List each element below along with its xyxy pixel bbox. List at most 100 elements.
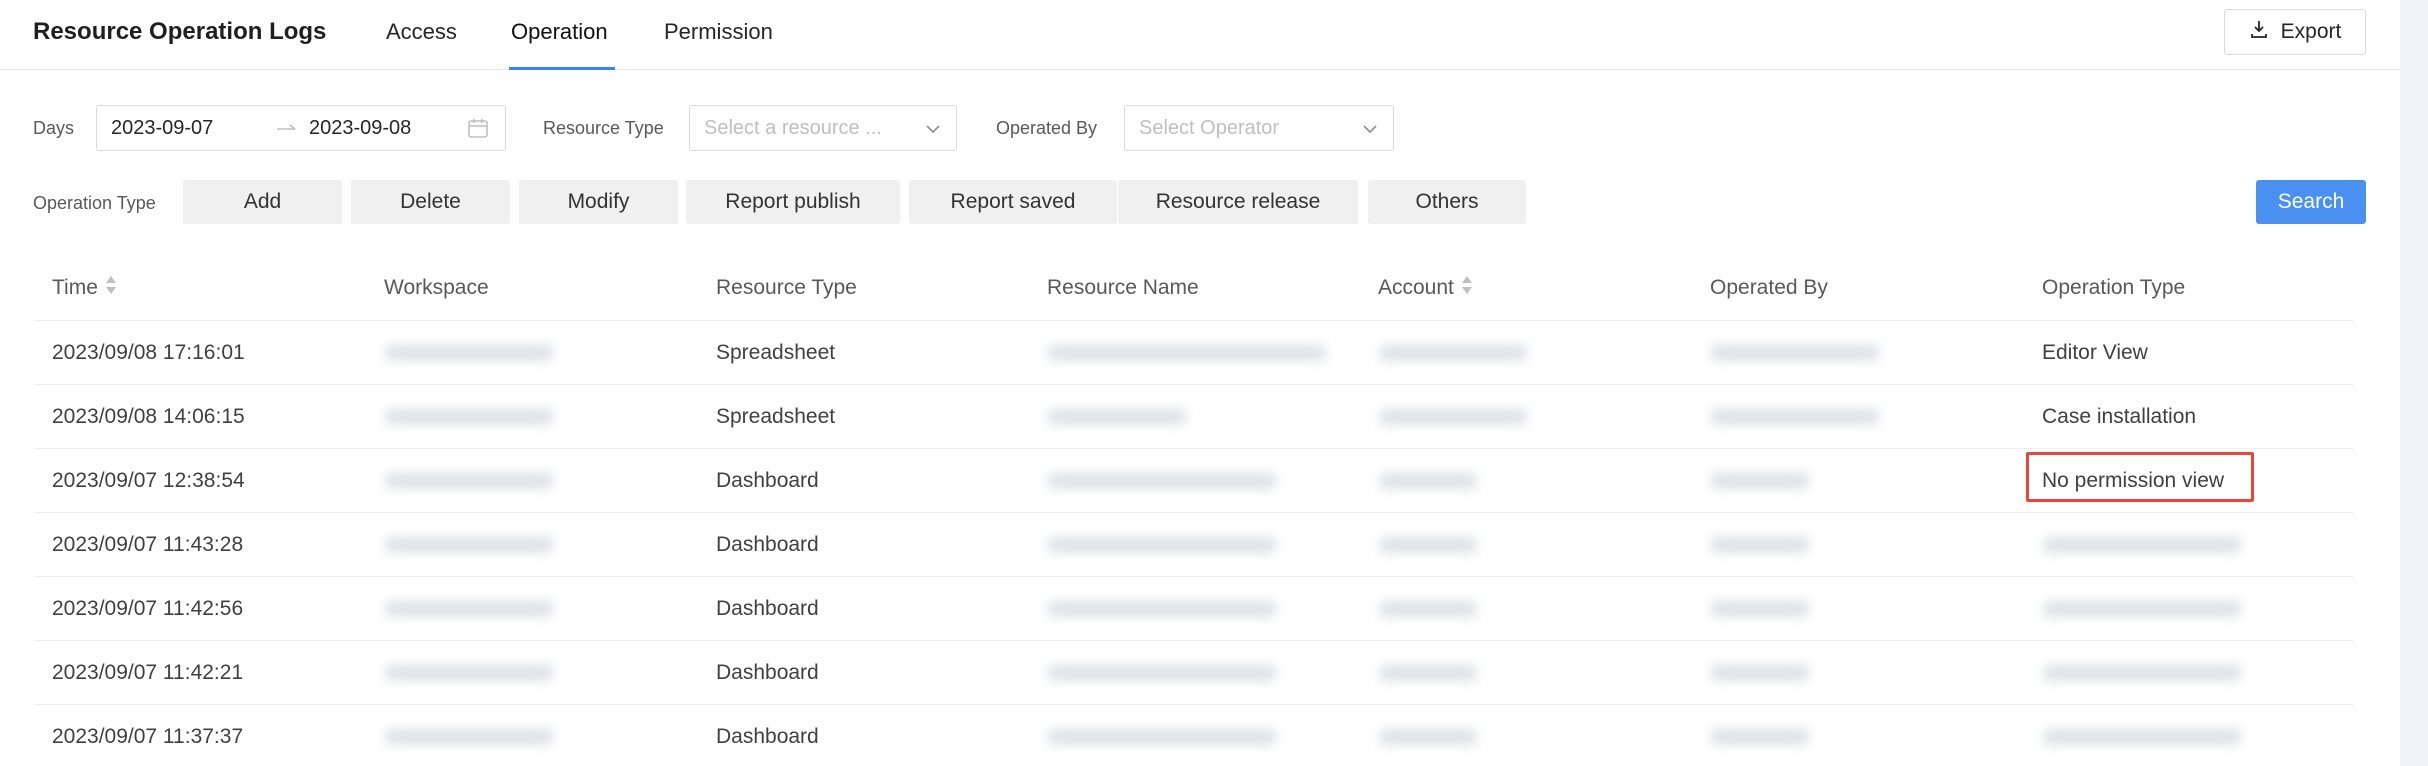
cell-operated-by xyxy=(1710,641,1810,705)
cell-operated-by xyxy=(1710,449,1810,513)
cell-resource-name xyxy=(1047,577,1277,641)
column-header-operated-by: Operated By xyxy=(1710,276,1828,299)
table-row[interactable]: 2023/09/07 11:37:37 Dashboard xyxy=(34,704,2354,766)
redacted-value xyxy=(1047,536,1277,554)
redacted-value xyxy=(1378,600,1478,618)
operated-by-label: Operated By xyxy=(996,118,1098,138)
column-header-resource-type: Resource Type xyxy=(716,276,857,299)
table-row[interactable]: 2023/09/08 14:06:15 Spreadsheet Case insta… xyxy=(34,384,2354,448)
cell-account xyxy=(1378,513,1478,577)
download-icon xyxy=(2249,19,2269,45)
page-header: Resource Operation Logs Access Operation… xyxy=(0,0,2400,70)
cell-time: 2023/09/07 11:42:21 xyxy=(52,661,244,684)
redacted-value xyxy=(1378,408,1528,426)
chevron-down-icon xyxy=(1361,120,1379,144)
cell-operation-type xyxy=(2042,641,2242,705)
cell-resource-name xyxy=(1047,641,1277,705)
tab-access[interactable]: Access xyxy=(386,17,457,47)
cell-operation-type: Case installation xyxy=(2042,405,2197,428)
cell-account xyxy=(1378,577,1478,641)
date-end-value[interactable]: 2023-09-08 xyxy=(309,117,411,140)
cell-account xyxy=(1378,321,1528,385)
cell-account xyxy=(1378,449,1478,513)
cell-operated-by xyxy=(1710,385,1880,449)
cell-time: 2023/09/07 11:37:37 xyxy=(52,725,244,748)
cell-resource-name xyxy=(1047,449,1277,513)
date-start-value[interactable]: 2023-09-07 xyxy=(111,117,213,140)
op-type-modify[interactable]: Modify xyxy=(519,180,678,224)
cell-resource-type: Dashboard xyxy=(716,597,819,620)
cell-workspace xyxy=(384,321,554,385)
redacted-value xyxy=(1047,472,1277,490)
cell-operation-type xyxy=(2042,513,2242,577)
table-row[interactable]: 2023/09/07 11:42:56 Dashboard xyxy=(34,576,2354,640)
redacted-value xyxy=(1047,408,1187,426)
export-button[interactable]: Export xyxy=(2224,9,2366,55)
column-header-time[interactable]: Time xyxy=(52,256,118,320)
op-type-add[interactable]: Add xyxy=(183,180,342,224)
calendar-icon[interactable] xyxy=(467,117,489,145)
redacted-value xyxy=(384,536,554,554)
cell-workspace xyxy=(384,705,554,766)
redacted-value xyxy=(1710,408,1880,426)
redacted-value xyxy=(1710,472,1810,490)
cell-resource-type: Dashboard xyxy=(716,725,819,748)
redacted-value xyxy=(1047,600,1277,618)
cell-time: 2023/09/08 17:16:01 xyxy=(52,341,245,364)
tab-permission[interactable]: Permission xyxy=(664,17,773,47)
redacted-value xyxy=(2042,664,2242,682)
date-range-picker[interactable]: 2023-09-07 2023-09-08 xyxy=(96,105,506,151)
cell-time: 2023/09/07 11:43:28 xyxy=(52,533,244,556)
cell-resource-name xyxy=(1047,705,1277,766)
column-header-operation-type: Operation Type xyxy=(2042,276,2186,299)
redacted-value xyxy=(1378,536,1478,554)
logs-panel: Resource Operation Logs Access Operation… xyxy=(0,0,2400,766)
redacted-value xyxy=(384,600,554,618)
cell-operated-by xyxy=(1710,321,1880,385)
search-button[interactable]: Search xyxy=(2256,180,2366,224)
redacted-value xyxy=(2042,536,2242,554)
cell-account xyxy=(1378,641,1478,705)
cell-workspace xyxy=(384,385,554,449)
operation-type-label: Operation Type xyxy=(33,193,156,213)
op-type-resource-release[interactable]: Resource release xyxy=(1118,180,1358,224)
table-row[interactable]: 2023/09/07 11:43:28 Dashboard xyxy=(34,512,2354,576)
tab-operation[interactable]: Operation xyxy=(511,17,608,47)
redacted-value xyxy=(2042,728,2242,746)
redacted-value xyxy=(384,344,554,362)
resource-type-placeholder: Select a resource ... xyxy=(704,116,882,139)
cell-resource-type: Spreadsheet xyxy=(716,341,836,364)
cell-resource-name xyxy=(1047,321,1327,385)
sort-icon[interactable] xyxy=(1460,274,1474,302)
redacted-value xyxy=(1047,344,1327,362)
cell-workspace xyxy=(384,577,554,641)
operator-select[interactable]: Select Operator xyxy=(1124,105,1394,151)
op-type-report-saved[interactable]: Report saved xyxy=(909,180,1117,224)
column-header-account[interactable]: Account xyxy=(1378,256,1474,320)
resource-type-select[interactable]: Select a resource ... xyxy=(689,105,957,151)
export-label: Export xyxy=(2280,20,2342,43)
cell-operation-type xyxy=(2042,705,2242,766)
redacted-value xyxy=(1047,664,1277,682)
redacted-value xyxy=(1710,664,1810,682)
active-tab-indicator xyxy=(509,67,615,70)
redacted-value xyxy=(1378,472,1478,490)
cell-operation-type: No permission view xyxy=(2042,469,2225,492)
cell-workspace xyxy=(384,513,554,577)
table-row[interactable]: 2023/09/07 11:42:21 Dashboard xyxy=(34,640,2354,704)
redacted-value xyxy=(384,664,554,682)
redacted-value xyxy=(384,472,554,490)
cell-operated-by xyxy=(1710,705,1810,766)
op-type-report-publish[interactable]: Report publish xyxy=(686,180,900,224)
table-row[interactable]: 2023/09/07 12:38:54 Dashboard No permissio… xyxy=(34,448,2354,512)
column-header-resource-name: Resource Name xyxy=(1047,276,1199,299)
sort-icon[interactable] xyxy=(104,274,118,302)
page-title: Resource Operation Logs xyxy=(33,18,327,45)
redacted-value xyxy=(1710,536,1810,554)
op-type-others[interactable]: Others xyxy=(1368,180,1526,224)
column-header-label: Account xyxy=(1378,276,1454,299)
cell-workspace xyxy=(384,449,554,513)
column-header-workspace: Workspace xyxy=(384,276,489,299)
op-type-delete[interactable]: Delete xyxy=(351,180,510,224)
table-row[interactable]: 2023/09/08 17:16:01 Spreadsheet Editor Vie… xyxy=(34,320,2354,384)
